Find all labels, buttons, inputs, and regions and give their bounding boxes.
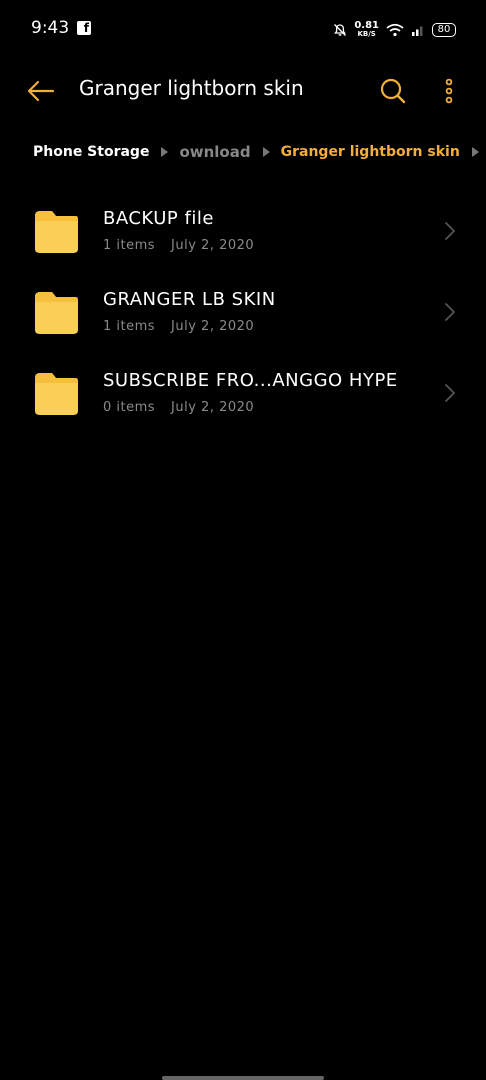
signal-icon — [412, 26, 423, 36]
folder-meta: 0 items July 2, 2020 — [103, 400, 254, 415]
facebook-icon: f — [77, 21, 91, 35]
search-icon[interactable] — [378, 76, 408, 106]
chevron-right-icon — [262, 147, 270, 157]
folder-name: GRANGER LB SKIN — [103, 289, 276, 310]
network-speed: 0.81 KB/S — [354, 21, 379, 39]
breadcrumb-item-download[interactable]: ownload — [179, 143, 250, 161]
status-time: 9:43 — [31, 18, 70, 38]
breadcrumb-item-phone-storage[interactable]: Phone Storage — [33, 144, 149, 160]
folder-item-count: 1 items — [103, 319, 156, 334]
breadcrumb-item-current[interactable]: Granger lightborn skin — [281, 144, 460, 160]
folder-date: July 2, 2020 — [171, 319, 255, 334]
page-title: Granger lightborn skin — [79, 76, 304, 100]
folder-icon — [35, 373, 78, 415]
folder-name: SUBSCRIBE FRO...ANGGO HYPE — [103, 370, 398, 391]
folder-date: July 2, 2020 — [171, 400, 255, 415]
folder-item-count: 1 items — [103, 238, 156, 253]
more-options-icon[interactable] — [438, 76, 460, 106]
mute-bell-icon — [334, 24, 347, 36]
folder-icon — [35, 292, 78, 334]
chevron-right-icon — [161, 147, 169, 157]
list-item[interactable]: GRANGER LB SKIN 1 items July 2, 2020 — [0, 271, 486, 352]
folder-item-count: 0 items — [103, 400, 156, 415]
toolbar: Granger lightborn skin — [0, 66, 486, 116]
chevron-right-icon — [471, 147, 479, 157]
back-arrow-icon[interactable] — [24, 76, 58, 106]
network-speed-value: 0.81 — [354, 20, 379, 31]
breadcrumb: Phone Storage ownload Granger lightborn … — [33, 140, 479, 164]
folder-name: BACKUP file — [103, 208, 214, 229]
chevron-right-icon — [445, 303, 455, 321]
status-icons: 0.81 KB/S 80 — [333, 18, 456, 42]
list-item[interactable]: SUBSCRIBE FRO...ANGGO HYPE 0 items July 2… — [0, 352, 486, 433]
chevron-right-icon — [445, 222, 455, 240]
list-item[interactable]: BACKUP file 1 items July 2, 2020 — [0, 190, 486, 271]
folder-meta: 1 items July 2, 2020 — [103, 319, 254, 334]
folder-meta: 1 items July 2, 2020 — [103, 238, 254, 253]
folder-icon — [35, 211, 78, 253]
navigation-handle[interactable] — [162, 1076, 324, 1080]
status-bar: 9:43 f 0.81 KB/S 80 — [0, 0, 486, 60]
battery-indicator: 80 — [432, 23, 456, 37]
wifi-icon — [386, 23, 404, 37]
folder-date: July 2, 2020 — [171, 238, 255, 253]
folder-list: BACKUP file 1 items July 2, 2020 GRANGER … — [0, 190, 486, 433]
chevron-right-icon — [445, 384, 455, 402]
network-speed-unit: KB/S — [357, 30, 376, 38]
